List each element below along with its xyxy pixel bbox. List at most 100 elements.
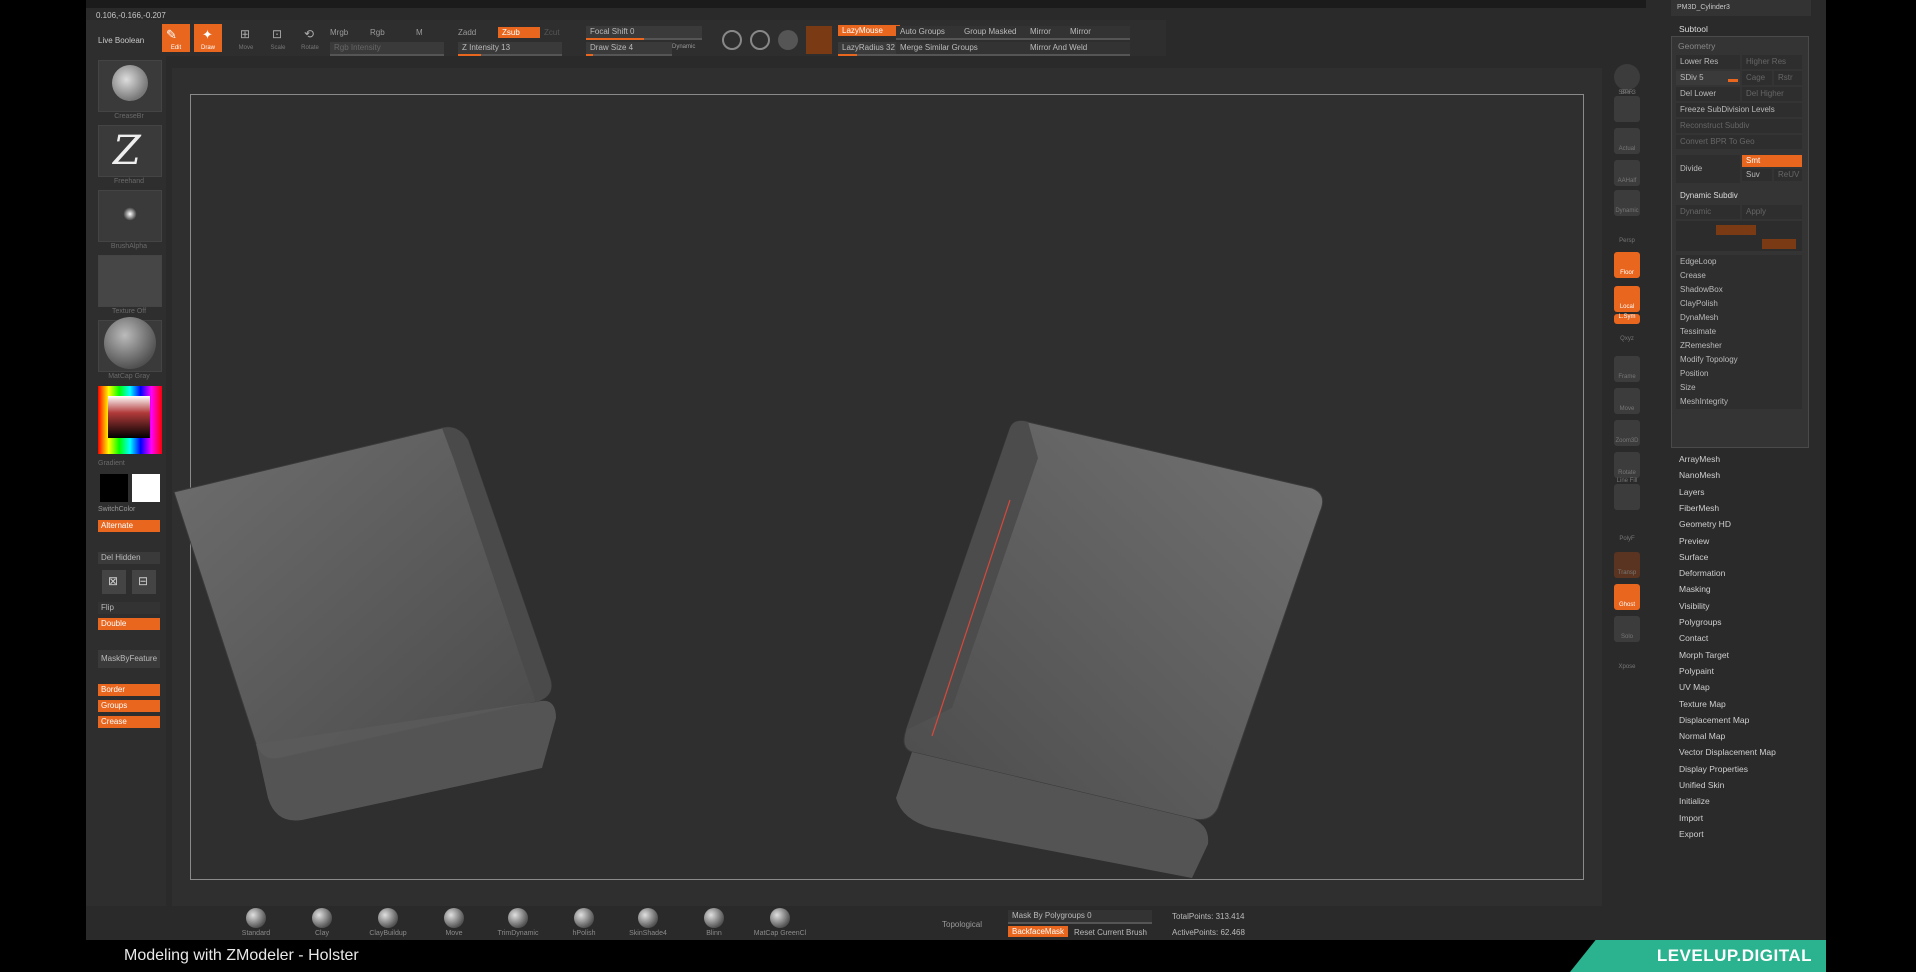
lazyradius-slider[interactable]: LazyRadius 32: [838, 42, 900, 56]
frame-button[interactable]: Frame: [1614, 356, 1640, 382]
palette-menu-displacement-map[interactable]: Displacement Map: [1679, 715, 1749, 725]
brush-slot-blinn[interactable]: Blinn: [684, 908, 744, 937]
polygroup-color-swatch[interactable]: [806, 26, 832, 54]
focal-shift-slider[interactable]: Focal Shift 0: [586, 26, 702, 40]
double-button[interactable]: Double: [98, 618, 160, 630]
actual-button[interactable]: Actual: [1614, 128, 1640, 154]
palette-menu-import[interactable]: Import: [1679, 813, 1703, 823]
palette-menu-arraymesh[interactable]: ArrayMesh: [1679, 454, 1720, 464]
lsym-button[interactable]: L.Sym: [1614, 314, 1640, 324]
polyf-button[interactable]: PolyF: [1614, 518, 1640, 544]
texture-thumbnail[interactable]: [98, 255, 162, 307]
del-lower-button[interactable]: Del Lower: [1676, 87, 1740, 101]
action-button-2[interactable]: ⊟: [132, 570, 156, 594]
palette-menu-display-properties[interactable]: Display Properties: [1679, 764, 1748, 774]
backface-mask-toggle[interactable]: BackfaceMask: [1008, 926, 1068, 937]
dynamic-subdiv-sliders[interactable]: [1676, 221, 1802, 251]
mask-by-feature-button[interactable]: MaskByFeature: [98, 650, 160, 668]
main-color-swatch[interactable]: [132, 474, 160, 502]
left-holster-piece[interactable]: [173, 426, 556, 821]
claypolish-menu[interactable]: ClayPolish: [1676, 297, 1802, 311]
rgb-button[interactable]: Rgb: [370, 28, 385, 37]
palette-menu-polygroups[interactable]: Polygroups: [1679, 617, 1722, 627]
brush-slot-trimdynamic[interactable]: TrimDynamic: [488, 908, 548, 937]
palette-menu-uv-map[interactable]: UV Map: [1679, 682, 1710, 692]
floor-button[interactable]: Floor: [1614, 252, 1640, 278]
topological-label[interactable]: Topological: [942, 920, 982, 929]
xyz-button[interactable]: Qxyz: [1614, 330, 1640, 350]
alternate-button[interactable]: Alternate: [98, 520, 160, 532]
z-intensity-slider[interactable]: Z Intensity 13: [458, 42, 562, 56]
gizmo-icon[interactable]: [750, 30, 770, 50]
m-button[interactable]: M: [416, 28, 423, 37]
group-masked-button[interactable]: Group Masked: [960, 26, 1026, 40]
zoom3d-button[interactable]: Zoom3D: [1614, 420, 1640, 446]
zadd-button[interactable]: Zadd: [458, 28, 476, 37]
palette-menu-surface[interactable]: Surface: [1679, 552, 1708, 562]
modify-topology-menu[interactable]: Modify Topology: [1676, 353, 1802, 367]
palette-menu-export[interactable]: Export: [1679, 829, 1704, 839]
action-button-1[interactable]: ⊠: [102, 570, 126, 594]
draw-size-slider[interactable]: Draw Size 4: [586, 42, 672, 56]
palette-menu-unified-skin[interactable]: Unified Skin: [1679, 780, 1724, 790]
tessimate-menu[interactable]: Tessimate: [1676, 325, 1802, 339]
dynamic-subdiv-menu[interactable]: Dynamic Subdiv: [1676, 189, 1802, 203]
mirror-and-weld-button[interactable]: Mirror And Weld: [1026, 42, 1130, 56]
move-view-button[interactable]: Move: [1614, 388, 1640, 414]
palette-menu-fibermesh[interactable]: FiberMesh: [1679, 503, 1719, 513]
mirror-button[interactable]: Mirror: [1026, 26, 1066, 40]
aahalf-button[interactable]: AAHalf: [1614, 160, 1640, 186]
palette-menu-polypaint[interactable]: Polypaint: [1679, 666, 1714, 676]
line-fill-button[interactable]: Line Fill: [1614, 478, 1640, 510]
palette-menu-initialize[interactable]: Initialize: [1679, 796, 1710, 806]
smt-toggle[interactable]: Smt: [1742, 155, 1802, 167]
palette-menu-vector-displacement-map[interactable]: Vector Displacement Map: [1679, 747, 1776, 757]
dynamic-button[interactable]: Dynamic: [672, 44, 695, 50]
brush-slot-clay[interactable]: Clay: [292, 908, 352, 937]
edit-mode-button[interactable]: ✎ Edit: [162, 24, 190, 52]
palette-menu-preview[interactable]: Preview: [1679, 536, 1709, 546]
color-square[interactable]: [108, 396, 150, 438]
local-button[interactable]: Local: [1614, 286, 1640, 312]
edgeloop-menu[interactable]: EdgeLoop: [1676, 255, 1802, 269]
material-thumbnail[interactable]: [98, 317, 162, 372]
color-picker[interactable]: [98, 386, 162, 454]
alpha-thumbnail[interactable]: [98, 190, 162, 242]
spix-button[interactable]: SPix 3: [1614, 90, 1640, 122]
sdiv-slider[interactable]: SDiv 5: [1676, 71, 1740, 85]
right-holster-piece[interactable]: [896, 420, 1324, 878]
stroke-thumbnail[interactable]: Z: [98, 125, 162, 177]
crease-toggle[interactable]: Crease: [98, 716, 160, 728]
higher-res-button[interactable]: Higher Res: [1742, 55, 1802, 69]
bpr-button[interactable]: BPR: [1614, 64, 1640, 96]
reconstruct-subdiv-button[interactable]: Reconstruct Subdiv: [1676, 119, 1802, 133]
rgb-intensity-slider[interactable]: Rgb Intensity: [330, 42, 444, 56]
ghost-button[interactable]: Ghost: [1614, 584, 1640, 610]
shadowbox-menu[interactable]: ShadowBox: [1676, 283, 1802, 297]
size-menu[interactable]: Size: [1676, 381, 1802, 395]
zcut-button[interactable]: Zcut: [544, 28, 560, 37]
dynamic-subdiv-toggle[interactable]: Dynamic: [1676, 205, 1740, 219]
divide-button[interactable]: Divide: [1676, 155, 1740, 183]
palette-menu-contact[interactable]: Contact: [1679, 633, 1708, 643]
brush-thumbnail[interactable]: [98, 60, 162, 112]
palette-menu-normal-map[interactable]: Normal Map: [1679, 731, 1725, 741]
meshintegrity-menu[interactable]: MeshIntegrity: [1676, 395, 1802, 409]
subtool-menu[interactable]: Subtool: [1679, 24, 1708, 34]
transp-button[interactable]: Transp: [1614, 552, 1640, 578]
palette-menu-texture-map[interactable]: Texture Map: [1679, 699, 1726, 709]
palette-menu-nanomesh[interactable]: NanoMesh: [1679, 470, 1720, 480]
auto-groups-button[interactable]: Auto Groups: [896, 26, 960, 40]
palette-menu-deformation[interactable]: Deformation: [1679, 568, 1725, 578]
groups-toggle[interactable]: Groups: [98, 700, 160, 712]
transpose-icon[interactable]: [778, 30, 798, 50]
document-canvas[interactable]: [172, 68, 1602, 906]
palette-menu-visibility[interactable]: Visibility: [1679, 601, 1710, 611]
border-toggle[interactable]: Border: [98, 684, 160, 696]
live-boolean-label[interactable]: Live Boolean: [98, 36, 144, 45]
move-mode-button[interactable]: ⊞ Move: [232, 24, 260, 52]
mrgb-button[interactable]: Mrgb: [330, 28, 348, 37]
lower-res-button[interactable]: Lower Res: [1676, 55, 1740, 69]
palette-menu-layers[interactable]: Layers: [1679, 487, 1705, 497]
brush-slot-matcap-greencl[interactable]: MatCap GreenCl: [750, 908, 810, 937]
